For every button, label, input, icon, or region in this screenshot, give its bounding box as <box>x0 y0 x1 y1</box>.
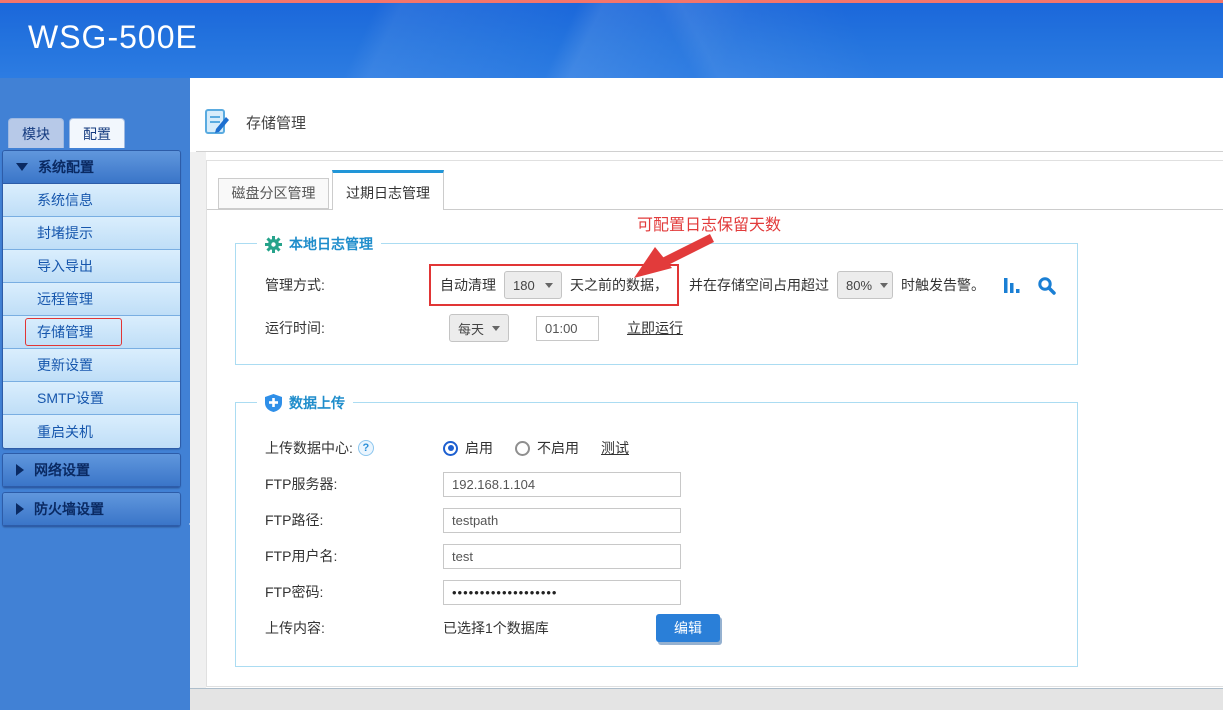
local-log-section-header: 本地日志管理 <box>257 234 381 254</box>
sidebar-tabs: 模块 配置 <box>8 118 125 148</box>
sidebar-group-firewall[interactable]: 防火墙设置 <box>3 493 180 526</box>
sidebar-item-import-export[interactable]: 导入导出 <box>3 250 180 283</box>
ftp-password-label: FTP密码: <box>265 582 443 602</box>
upload-content-label: 上传内容: <box>265 618 443 638</box>
sidebar-menu: 系统配置 系统信息 封堵提示 导入导出 远程管理 存储管理 更新设置 SMTP设… <box>2 150 181 527</box>
annotation-arrow <box>628 233 720 281</box>
footer-sidebar-extension <box>0 688 190 710</box>
title-divider <box>196 151 1223 152</box>
sidebar-group-network[interactable]: 网络设置 <box>3 454 180 487</box>
tab-expired-log[interactable]: 过期日志管理 <box>332 170 444 210</box>
sidebar-item-storage-mgmt[interactable]: 存储管理 <box>3 316 180 349</box>
sidebar-group-system-config[interactable]: 系统配置 <box>3 151 180 184</box>
sidebar-item-system-info[interactable]: 系统信息 <box>3 184 180 217</box>
footer-bar <box>190 688 1223 710</box>
sidebar-item-smtp-settings[interactable]: SMTP设置 <box>3 382 180 415</box>
radio-unselected-icon[interactable] <box>515 441 530 456</box>
sidebar: 模块 配置 系统配置 系统信息 封堵提示 导入导出 远程管理 存储管理 更新设置… <box>0 78 190 710</box>
ftp-server-input[interactable] <box>443 472 681 497</box>
run-now-link[interactable]: 立即运行 <box>627 318 683 338</box>
upload-content-status: 已选择1个数据库 <box>443 618 549 638</box>
upload-center-label: 上传数据中心: ? <box>265 438 443 458</box>
ftp-server-label: FTP服务器: <box>265 474 443 494</box>
shield-plus-icon <box>265 394 282 412</box>
ftp-password-input[interactable] <box>443 580 681 605</box>
radio-selected-icon[interactable] <box>443 441 458 456</box>
ftp-path-label: FTP路径: <box>265 510 443 530</box>
data-upload-section-header: 数据上传 <box>257 393 353 413</box>
sidebar-item-update-settings[interactable]: 更新设置 <box>3 349 180 382</box>
storage-percent-select[interactable]: 80% <box>837 271 893 299</box>
ftp-username-input[interactable] <box>443 544 681 569</box>
data-upload-section: 数据上传 上传数据中心: ? 启用 不启用 测试 FTP服务器: FTP路径: … <box>235 402 1078 667</box>
selected-item-red-outline: 存储管理 <box>25 318 122 346</box>
alarm-text: 时触发告警。 <box>901 275 985 295</box>
sidebar-tab-modules[interactable]: 模块 <box>8 118 64 148</box>
runtime-frequency-select[interactable]: 每天 <box>449 314 509 342</box>
enable-radio-option[interactable]: 启用 <box>443 438 493 458</box>
bar-chart-icon[interactable] <box>1003 276 1021 294</box>
app-title: WSG-500E <box>28 19 198 56</box>
sidebar-item-reboot-shutdown[interactable]: 重启关机 <box>3 415 180 448</box>
search-icon[interactable] <box>1037 276 1056 295</box>
ftp-path-input[interactable] <box>443 508 681 533</box>
sidebar-tab-config[interactable]: 配置 <box>69 118 125 148</box>
gear-icon <box>265 236 282 253</box>
edit-button[interactable]: 编辑 <box>656 614 720 642</box>
sidebar-content-gap <box>190 152 206 690</box>
auto-clean-text: 自动清理 <box>440 275 496 295</box>
retention-days-select[interactable]: 180 <box>504 271 562 299</box>
chevron-down-icon <box>545 283 553 288</box>
manage-method-label: 管理方式: <box>265 275 429 295</box>
tab-disk-partition[interactable]: 磁盘分区管理 <box>218 178 329 209</box>
chevron-right-icon <box>16 503 24 515</box>
sidebar-item-block-tip[interactable]: 封堵提示 <box>3 217 180 250</box>
runtime-time-input[interactable] <box>536 316 599 341</box>
ftp-username-label: FTP用户名: <box>265 546 443 566</box>
help-icon[interactable]: ? <box>358 440 374 456</box>
chevron-down-icon <box>16 163 28 171</box>
chevron-down-icon <box>880 283 888 288</box>
chevron-down-icon <box>492 326 500 331</box>
chevron-right-icon <box>16 464 24 476</box>
app-header: WSG-500E <box>0 3 1223 78</box>
test-link[interactable]: 测试 <box>601 438 629 458</box>
sidebar-item-remote-mgmt[interactable]: 远程管理 <box>3 283 180 316</box>
annotation-text: 可配置日志保留天数 <box>637 211 781 235</box>
disable-radio-option[interactable]: 不启用 <box>515 438 579 458</box>
page-title-row: 存储管理 <box>204 109 306 135</box>
runtime-label: 运行时间: <box>265 318 429 338</box>
page-title: 存储管理 <box>246 112 306 133</box>
storage-page-icon <box>204 109 230 135</box>
